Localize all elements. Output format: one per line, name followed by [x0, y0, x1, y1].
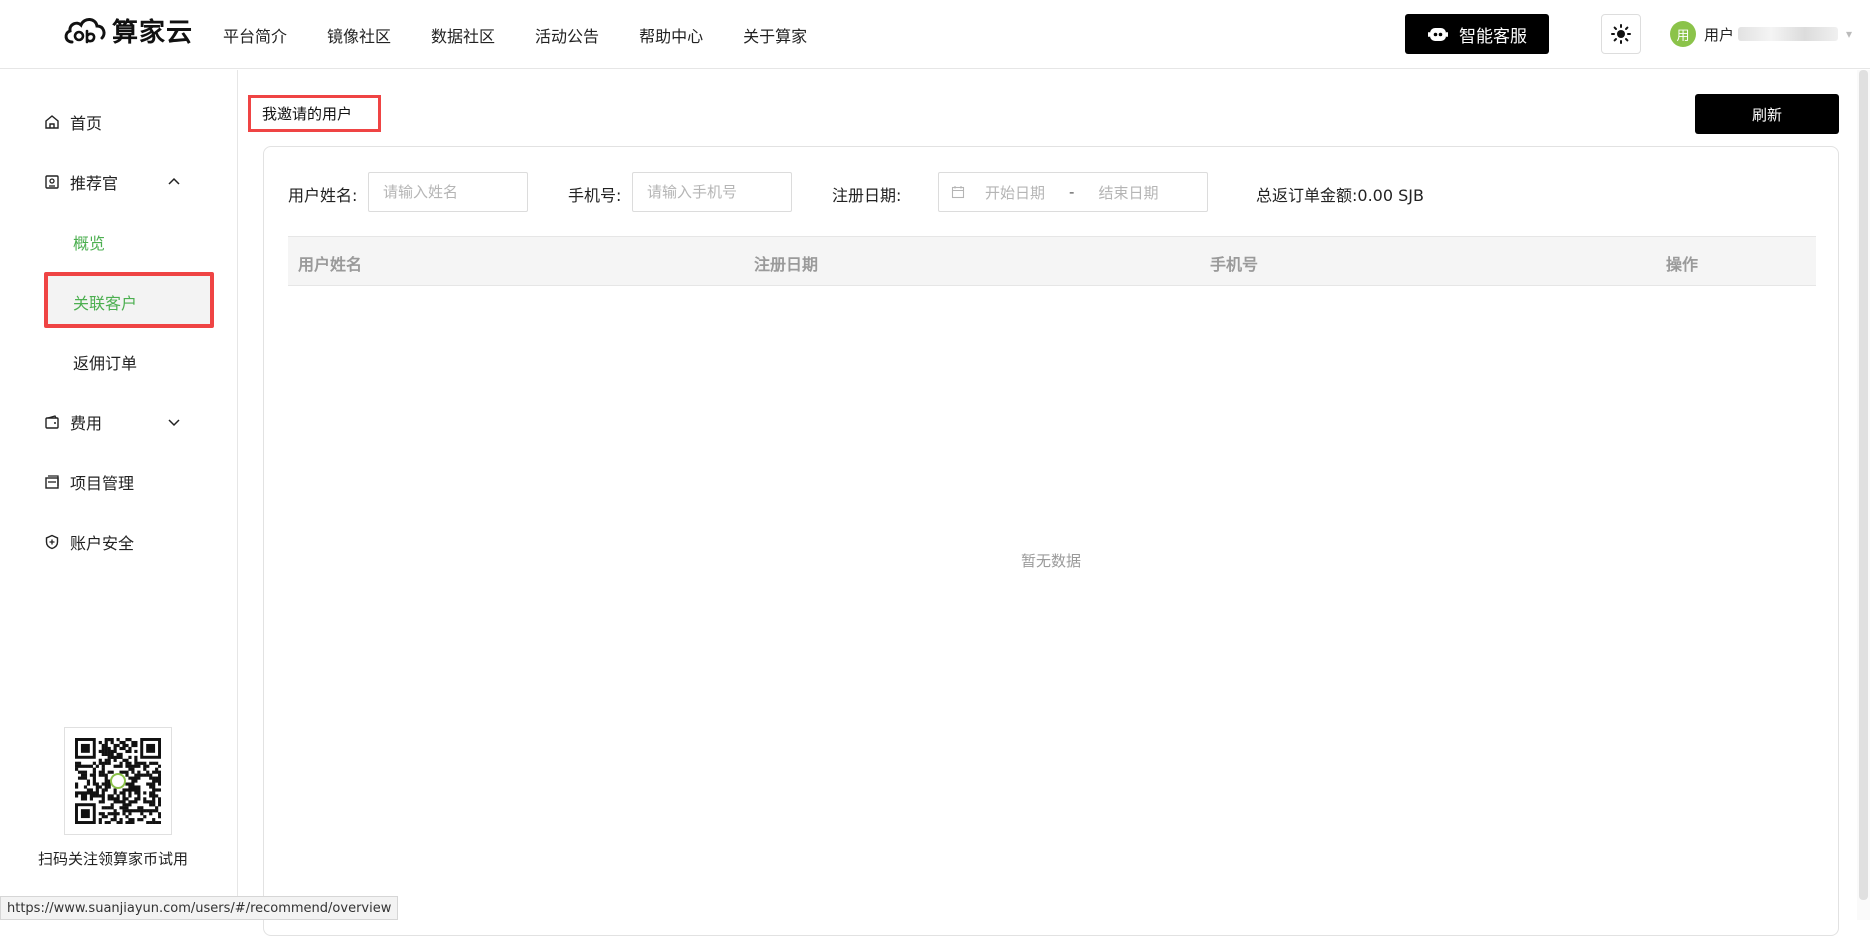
column-header-register-date: 注册日期	[754, 255, 819, 274]
total-commission: 总返订单金额:0.00 SJB	[1256, 182, 1424, 206]
sidebar-item-label: 费用	[70, 414, 103, 433]
chevron-up-icon	[168, 177, 180, 185]
cloud-logo-icon	[64, 18, 106, 44]
theme-toggle-button[interactable]	[1601, 14, 1641, 54]
phone-filter-label: 手机号:	[568, 186, 622, 205]
sidebar-item-home[interactable]: 首页	[44, 102, 214, 142]
sidebar-item-label: 项目管理	[70, 474, 135, 493]
calendar-icon	[951, 186, 965, 199]
qr-caption: 扫码关注领算家币试用	[38, 850, 189, 868]
scrollbar-thumb[interactable]	[1859, 70, 1868, 900]
name-filter-label: 用户姓名:	[288, 186, 358, 205]
badge-icon	[45, 175, 59, 189]
total-commission-label: 总返订单金额:	[1256, 186, 1358, 205]
smart-service-button[interactable]: 智能客服	[1405, 14, 1549, 54]
date-range-picker[interactable]: 开始日期 - 结束日期	[938, 172, 1208, 212]
sidebar-item-security[interactable]: 账户安全	[44, 522, 214, 562]
sidebar-item-label: 推荐官	[70, 174, 119, 193]
date-filter-label: 注册日期:	[832, 186, 902, 205]
date-end-placeholder[interactable]: 结束日期	[1098, 182, 1158, 203]
sidebar: 首页 推荐官 概览 关联客户 返佣订单 费用 项目管理 账户安全 扫码关注领算家…	[0, 70, 238, 920]
invited-users-panel: 用户姓名: 手机号: 注册日期: 开始日期 - 结束日期 总返订单金额:0.00…	[263, 146, 1839, 936]
smart-service-label: 智能客服	[1459, 26, 1527, 47]
column-header-phone: 手机号	[1210, 255, 1259, 274]
brand-name: 算家云	[112, 17, 194, 48]
sidebar-item-fees[interactable]: 费用	[44, 402, 214, 442]
qr-code-image	[75, 738, 162, 825]
column-header-name: 用户姓名	[298, 255, 363, 274]
sun-icon	[1611, 24, 1631, 44]
qr-code	[64, 727, 172, 835]
phone-filter-input[interactable]	[632, 172, 792, 212]
brand-logo[interactable]: 算家云	[62, 12, 193, 48]
folder-icon	[45, 475, 59, 489]
sidebar-subitem-customers[interactable]: 关联客户	[73, 282, 137, 322]
filter-bar: 用户姓名: 手机号: 注册日期: 开始日期 - 结束日期 总返订单金额:0.00…	[288, 172, 1828, 212]
empty-state-text: 暂无数据	[1020, 552, 1081, 570]
nav-platform-intro[interactable]: 平台简介	[223, 23, 287, 47]
column-header-actions: 操作	[1666, 255, 1699, 274]
status-bar-url: https://www.suanjiayun.com/users/#/recom…	[0, 896, 399, 920]
chevron-down-icon	[168, 419, 180, 427]
nav-image-community[interactable]: 镜像社区	[327, 23, 391, 47]
nav-data-community[interactable]: 数据社区	[431, 23, 495, 47]
shield-icon	[45, 534, 59, 550]
refresh-button[interactable]: 刷新	[1695, 94, 1839, 134]
page-title: 我邀请的用户	[248, 95, 381, 132]
user-name: 用户	[1704, 25, 1735, 44]
nav-announcements[interactable]: 活动公告	[535, 23, 599, 47]
user-menu[interactable]: 用 用户 ▾	[1670, 21, 1852, 47]
chevron-down-icon: ▾	[1846, 27, 1853, 41]
total-commission-value: 0.00 SJB	[1357, 186, 1424, 205]
sidebar-item-projects[interactable]: 项目管理	[44, 462, 214, 502]
table-header: 用户姓名 注册日期 手机号 操作	[288, 236, 1816, 286]
wallet-icon	[45, 415, 59, 429]
home-icon	[45, 115, 59, 129]
date-separator: -	[1069, 183, 1075, 201]
sidebar-item-label: 账户安全	[70, 534, 135, 553]
top-nav: 平台简介 镜像社区 数据社区 活动公告 帮助中心 关于算家	[223, 0, 847, 69]
sidebar-item-recommender[interactable]: 推荐官	[44, 162, 214, 202]
sidebar-subitem-commission-orders[interactable]: 返佣订单	[73, 342, 137, 382]
nav-about[interactable]: 关于算家	[743, 23, 807, 47]
top-bar: 算家云 平台简介 镜像社区 数据社区 活动公告 帮助中心 关于算家 智能客服 用…	[0, 0, 1870, 69]
avatar: 用	[1670, 21, 1696, 47]
sidebar-subitem-overview[interactable]: 概览	[73, 222, 105, 262]
name-filter-input[interactable]	[368, 172, 528, 212]
main-content: 我邀请的用户 刷新 用户姓名: 手机号: 注册日期: 开始日期 - 结束日期 总…	[238, 70, 1870, 936]
date-start-placeholder[interactable]: 开始日期	[985, 182, 1045, 203]
sidebar-item-label: 首页	[70, 114, 103, 133]
robot-icon	[1428, 28, 1448, 41]
nav-help-center[interactable]: 帮助中心	[639, 23, 703, 47]
user-name-redacted	[1738, 27, 1839, 41]
